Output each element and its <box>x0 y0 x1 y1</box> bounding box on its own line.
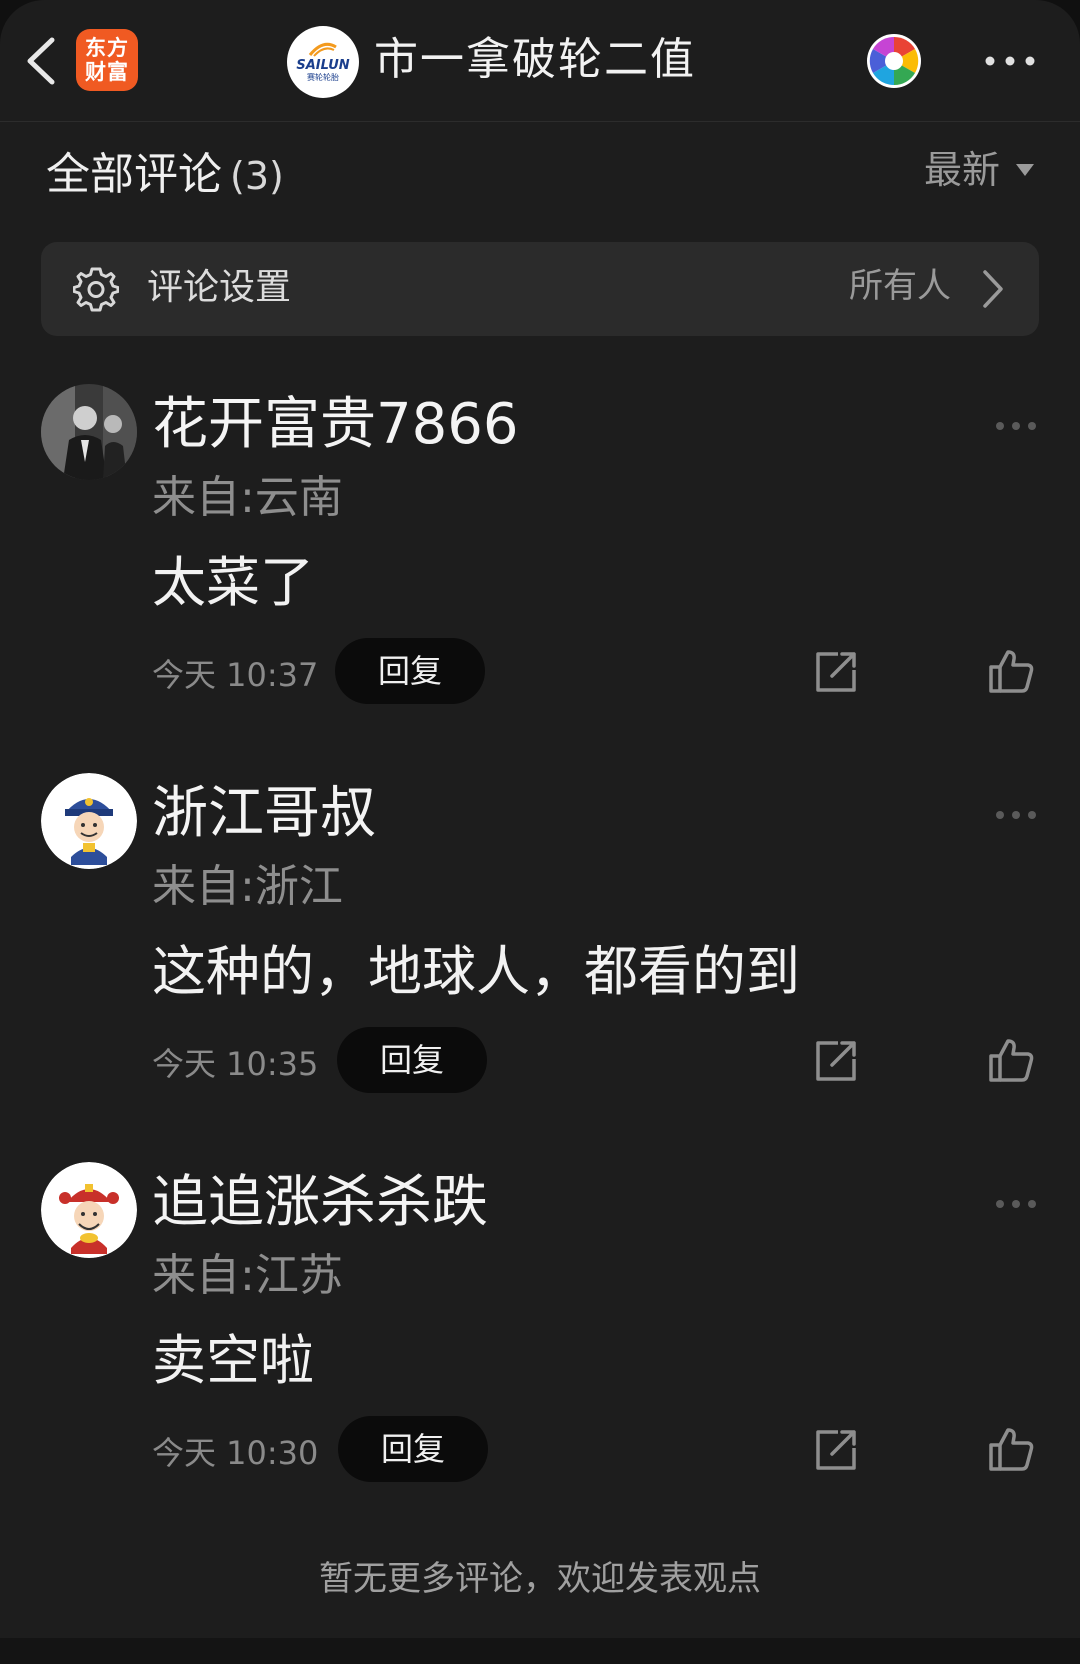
comment-location: 来自:江苏 <box>152 1250 343 1301</box>
screen: 东方 财富 SAILUN 赛轮轮胎 市一拿破轮二值 全部评论 (3) 最新 评论… <box>0 0 1080 1664</box>
app-logo-line2: 财富 <box>85 60 129 84</box>
comment-item: 花开富贵7866 来自:云南 太菜了 今天 10:37 回复 <box>0 384 1080 724</box>
avatar[interactable] <box>41 384 137 480</box>
comment-more-button[interactable] <box>994 1196 1038 1210</box>
comment-username[interactable]: 花开富贵7866 <box>152 390 519 460</box>
top-nav-bar: 东方 财富 SAILUN 赛轮轮胎 市一拿破轮二值 <box>0 0 1080 122</box>
comment-item: 追追涨杀杀跌 来自:江苏 卖空啦 今天 10:30 回复 <box>0 1162 1080 1502</box>
comment-time: 今天 10:35 <box>152 1045 319 1083</box>
comments-title-text: 全部评论 <box>46 149 222 200</box>
caret-down-icon <box>1016 164 1035 176</box>
sort-dropdown[interactable]: 最新 <box>924 144 1035 196</box>
fortune-god-avatar <box>41 1162 137 1258</box>
more-horizontal-icon <box>996 811 1036 819</box>
thumbs-up-icon <box>989 1428 1034 1471</box>
more-options-button[interactable] <box>982 44 1038 78</box>
comment-time: 今天 10:37 <box>152 656 319 694</box>
share-button[interactable] <box>814 1428 858 1472</box>
avatar[interactable] <box>41 773 137 869</box>
comment-username[interactable]: 浙江哥叔 <box>152 779 376 849</box>
comment-more-button[interactable] <box>994 418 1038 432</box>
bottom-bar <box>0 1638 1080 1664</box>
more-horizontal-icon <box>996 1200 1036 1208</box>
share-button[interactable] <box>814 650 858 694</box>
chevron-left-icon <box>27 37 55 85</box>
more-horizontal-icon <box>996 422 1036 430</box>
thumbs-up-icon <box>989 1039 1034 1082</box>
like-button[interactable] <box>988 1037 1034 1083</box>
no-more-comments-note: 暂无更多评论，欢迎发表观点 <box>319 1559 761 1599</box>
share-icon <box>816 1041 856 1081</box>
comment-settings-value: 所有人 <box>849 266 951 306</box>
chevron-right-icon <box>983 270 1003 308</box>
avatar[interactable] <box>41 1162 137 1258</box>
app-logo[interactable]: 东方 财富 <box>76 29 138 91</box>
stock-title[interactable]: 市一拿破轮二值 <box>374 32 696 88</box>
comment-settings-row[interactable]: 评论设置 所有人 <box>41 242 1039 336</box>
stock-logo[interactable]: SAILUN 赛轮轮胎 <box>287 26 359 98</box>
user-photo-avatar <box>41 384 137 480</box>
comment-item: 浙江哥叔 来自:浙江 这种的，地球人，都看的到 今天 10:35 回复 <box>0 773 1080 1113</box>
comment-location: 来自:云南 <box>152 472 343 523</box>
sailun-swirl-icon <box>308 42 337 57</box>
share-button[interactable] <box>814 1039 858 1083</box>
comment-text[interactable]: 这种的，地球人，都看的到 <box>152 937 800 1007</box>
like-button[interactable] <box>988 648 1034 694</box>
app-logo-line1: 东方 <box>85 36 129 60</box>
share-icon <box>816 652 856 692</box>
comment-settings-label: 评论设置 <box>147 267 292 308</box>
gear-icon <box>73 267 119 312</box>
comment-username[interactable]: 追追涨杀杀跌 <box>152 1168 488 1238</box>
stock-logo-sub: 赛轮轮胎 <box>307 73 339 82</box>
police-mascot-avatar <box>41 773 137 869</box>
reply-button[interactable]: 回复 <box>335 638 485 704</box>
back-button[interactable] <box>22 36 62 86</box>
share-icon <box>816 1430 856 1470</box>
more-horizontal-icon <box>985 56 1035 66</box>
sort-label: 最新 <box>924 148 1001 192</box>
like-button[interactable] <box>988 1426 1034 1472</box>
comment-time: 今天 10:30 <box>152 1434 319 1472</box>
stock-logo-brand: SAILUN <box>296 58 350 73</box>
comments-title: 全部评论 (3) <box>46 146 284 205</box>
aperture-button[interactable] <box>866 33 922 89</box>
aperture-icon <box>867 34 921 88</box>
reply-button[interactable]: 回复 <box>338 1416 488 1482</box>
comments-count: (3) <box>230 154 284 198</box>
reply-button[interactable]: 回复 <box>337 1027 487 1093</box>
comment-text[interactable]: 太菜了 <box>152 548 314 618</box>
comment-text[interactable]: 卖空啦 <box>152 1326 314 1396</box>
comment-location: 来自:浙江 <box>152 861 343 912</box>
comment-more-button[interactable] <box>994 807 1038 821</box>
thumbs-up-icon <box>989 650 1034 693</box>
